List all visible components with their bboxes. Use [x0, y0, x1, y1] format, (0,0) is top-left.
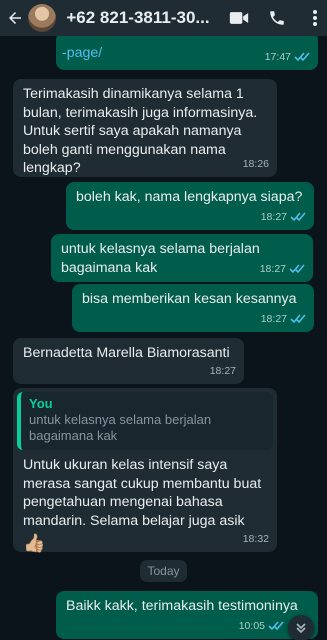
- message-time: 18:27: [259, 262, 286, 275]
- message-outgoing[interactable]: untuk kelasnya selama berjalan bagaimana…: [51, 234, 313, 282]
- quoted-text: untuk kelasnya selama berjalan bagaimana…: [29, 412, 212, 443]
- message-outgoing[interactable]: Baikk kakk, terimakasih testimoninya 10:…: [56, 591, 318, 639]
- message-outgoing[interactable]: -page/ 17:47: [56, 36, 318, 70]
- message-time: 10:05: [238, 619, 265, 632]
- message-text: bisa memberikan kesan kesannya: [82, 291, 297, 307]
- message-incoming-reply[interactable]: You untuk kelasnya selama berjalan bagai…: [13, 388, 277, 553]
- message-text: Baikk kakk, terimakasih testimoninya: [66, 598, 298, 614]
- video-camera-icon: [229, 12, 248, 24]
- read-receipt-icon: [268, 621, 284, 631]
- video-call-button[interactable]: [227, 10, 251, 26]
- chat-header: +62 821-3811-30...: [0, 0, 327, 36]
- message-text: Untuk ukuran kelas intensif saya merasa …: [23, 457, 262, 529]
- message-incoming[interactable]: Terimakasih dinamikanya selama 1 bulan, …: [13, 79, 277, 177]
- menu-button[interactable]: [303, 9, 327, 27]
- message-meta: 10:05: [239, 617, 284, 636]
- message-meta: 18:26: [243, 155, 269, 174]
- scroll-to-bottom-button[interactable]: [288, 615, 314, 640]
- read-receipt-icon: [294, 52, 310, 62]
- double-chevron-down-icon: [296, 623, 306, 634]
- message-incoming[interactable]: Bernadetta Marella Biamorasanti 18:27: [13, 338, 244, 384]
- day-separator: Today: [140, 560, 187, 582]
- contact-avatar[interactable]: [28, 4, 57, 32]
- message-text: Terimakasih dinamikanya selama 1 bulan, …: [23, 86, 258, 176]
- message-text: boleh kak, nama lengkapnya siapa?: [76, 189, 303, 205]
- message-meta: 18:27: [261, 208, 306, 227]
- message-time: 17:47: [264, 50, 291, 63]
- read-receipt-icon: [289, 264, 305, 274]
- message-list[interactable]: -page/ 17:47 Terimakasih dinamikanya sel…: [0, 36, 327, 640]
- message-outgoing[interactable]: boleh kak, nama lengkapnya siapa? 18:27: [66, 182, 314, 230]
- contact-name[interactable]: +62 821-3811-30...: [66, 8, 212, 28]
- quoted-message[interactable]: You untuk kelasnya selama berjalan bagai…: [17, 392, 273, 450]
- arrow-left-icon: [9, 12, 21, 24]
- message-time: 18:27: [209, 364, 236, 377]
- message-text: untuk kelasnya selama berjalan bagaimana…: [61, 241, 260, 276]
- message-meta: 18:32: [243, 530, 269, 549]
- message-text: Bernadetta Marella Biamorasanti: [23, 345, 230, 361]
- message-outgoing[interactable]: bisa memberikan kesan kesannya 18:27: [72, 284, 314, 332]
- message-time: 18:32: [242, 532, 269, 545]
- voice-call-button[interactable]: [265, 9, 289, 27]
- message-time: 18:27: [260, 312, 287, 325]
- read-receipt-icon: [290, 212, 306, 222]
- message-time: 18:27: [260, 210, 287, 223]
- message-meta: 17:47: [265, 48, 310, 67]
- phone-icon: [270, 11, 284, 25]
- more-vertical-icon: [312, 10, 317, 26]
- message-text[interactable]: -page/: [62, 44, 102, 63]
- read-receipt-icon: [290, 314, 306, 324]
- message-meta: 18:27: [260, 260, 305, 279]
- message-meta: 18:27: [210, 362, 236, 381]
- message-time: 18:26: [242, 157, 269, 170]
- message-meta: 18:27: [261, 310, 306, 329]
- back-button[interactable]: [6, 9, 26, 27]
- quoted-author: You: [29, 396, 53, 411]
- thumbs-up-emoji: 👍🏼: [23, 533, 46, 553]
